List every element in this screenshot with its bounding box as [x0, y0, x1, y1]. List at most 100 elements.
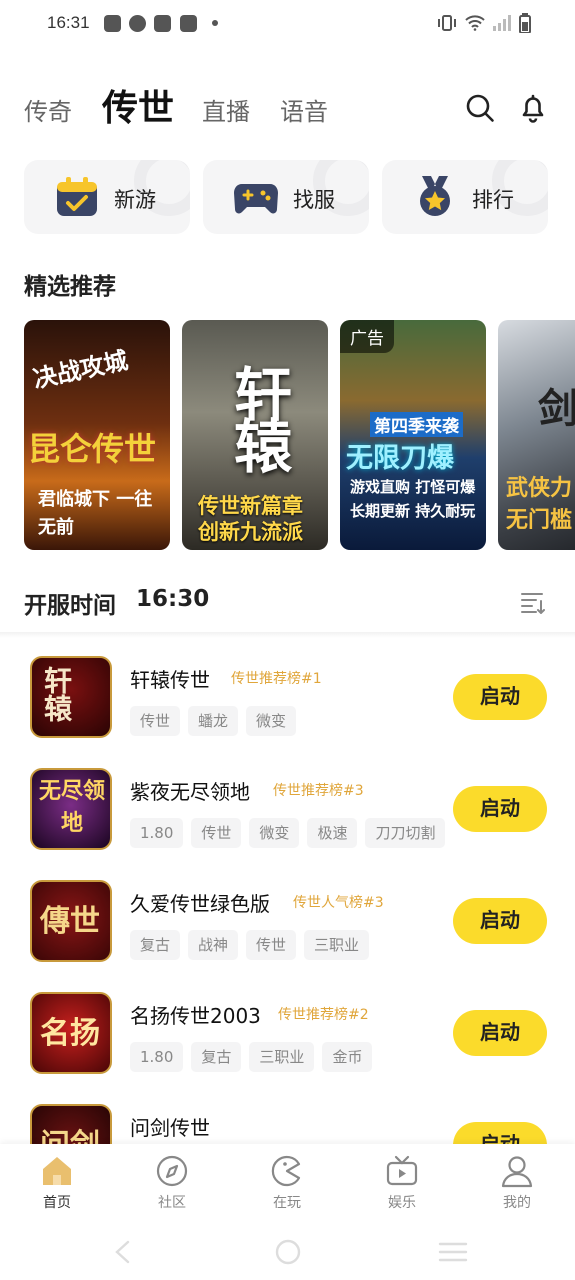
- featured-card-game-name: 昆仑传世: [28, 430, 157, 468]
- game-icon-text: 名扬: [40, 1016, 100, 1051]
- game-icon[interactable]: 傳世: [30, 880, 112, 962]
- game-list-item[interactable]: 无尽领地 紫夜无尽领地 传世推荐榜#3 1.80 传世 微变 极速 刀刀切割 启…: [0, 768, 575, 880]
- game-icon-text: 无尽领地: [38, 779, 105, 836]
- game-icon[interactable]: 无尽领地: [30, 768, 112, 850]
- featured-carousel[interactable]: 决战攻城 昆仑传世 君临城下 一往无前 轩辕 传世新篇章 创新九流派 广告 第四…: [24, 320, 575, 550]
- game-tags: 传世 蟠龙 微变: [130, 706, 297, 736]
- start-button[interactable]: 启动: [453, 898, 547, 944]
- game-icon[interactable]: 名扬: [30, 992, 112, 1074]
- game-rank-badge: 传世推荐榜#2: [278, 1007, 369, 1023]
- game-name[interactable]: 轩辕传世: [130, 664, 210, 693]
- game-tag: 刀刀切割: [365, 818, 446, 848]
- game-name[interactable]: 久爱传世绿色版: [130, 888, 270, 917]
- bottom-tab-bar: 首页 社区 在玩 娱乐 我的: [0, 1144, 575, 1224]
- status-time: 16:31: [47, 13, 90, 32]
- quick-link-label: 排行: [472, 188, 514, 212]
- game-icon-text: 轩辕: [40, 666, 73, 722]
- tv-icon: [386, 1155, 418, 1186]
- bag-notification-icon: [154, 15, 171, 32]
- game-name[interactable]: 名扬传世2003: [130, 1000, 261, 1029]
- server-section-title: 开服时间: [24, 593, 116, 619]
- featured-title: 精选推荐: [24, 274, 116, 300]
- start-button[interactable]: 启动: [453, 1010, 547, 1056]
- game-icon-text: 傳世: [40, 904, 100, 939]
- start-button[interactable]: 启动: [453, 674, 547, 720]
- tab-home[interactable]: 首页: [17, 1154, 97, 1212]
- game-tag: 传世: [130, 706, 181, 736]
- tab-label: 娱乐: [388, 1195, 416, 1211]
- tab-voice[interactable]: 语音: [280, 92, 328, 127]
- bell-icon[interactable]: [518, 93, 548, 123]
- game-icon[interactable]: 轩辕: [30, 656, 112, 738]
- compass-icon: [156, 1155, 188, 1187]
- system-navigation-bar: [0, 1224, 575, 1280]
- featured-card-slogan: 游戏直购 打怪可爆: [350, 478, 476, 496]
- game-tag: 三职业: [249, 1042, 315, 1072]
- game-tag: 传世: [191, 818, 242, 848]
- game-rank-badge: 传世推荐榜#3: [273, 783, 364, 799]
- featured-ad-card[interactable]: 广告 第四季来袭 无限刀爆 游戏直购 打怪可爆 长期更新 持久耐玩: [340, 320, 486, 550]
- tab-live[interactable]: 直播: [202, 92, 250, 127]
- tab-profile[interactable]: 我的: [477, 1154, 557, 1212]
- medal-icon: [420, 176, 450, 216]
- signal-icon: [493, 15, 511, 31]
- game-tag: 蟠龙: [188, 706, 239, 736]
- tab-playing[interactable]: 在玩: [247, 1154, 327, 1212]
- game-list-item[interactable]: 名扬 名扬传世2003 传世推荐榜#2 1.80 复古 三职业 金币 启动: [0, 992, 575, 1104]
- gamepad-icon: [234, 184, 278, 214]
- featured-card-game-name: 剑: [538, 386, 575, 432]
- game-tags: 1.80 传世 微变 极速 刀刀切割: [130, 818, 446, 848]
- home-icon: [43, 1157, 71, 1185]
- game-tag: 复古: [191, 1042, 242, 1072]
- tab-label: 社区: [158, 1195, 186, 1211]
- section-divider: [0, 632, 575, 638]
- quick-link-label: 新游: [114, 188, 156, 212]
- server-section-time: 16:30: [136, 586, 210, 612]
- game-list-item[interactable]: 轩辕 轩辕传世 传世推荐榜#1 传世 蟠龙 微变 启动: [0, 656, 575, 768]
- featured-card-headline: 决战攻城: [30, 346, 131, 394]
- quick-link-find-server[interactable]: 找服: [203, 160, 369, 234]
- game-tag: 1.80: [130, 1042, 184, 1072]
- quick-link-new-games[interactable]: 新游: [24, 160, 190, 234]
- game-tag: 微变: [249, 818, 300, 848]
- status-bar: 16:31: [0, 0, 575, 48]
- more-notifications-dot: [212, 20, 218, 26]
- featured-card[interactable]: 决战攻城 昆仑传世 君临城下 一往无前: [24, 320, 170, 550]
- game-tag: 战神: [188, 930, 239, 960]
- server-section-header: 开服时间 16:30: [24, 586, 551, 622]
- tab-community[interactable]: 社区: [132, 1154, 212, 1212]
- quick-link-label: 找服: [293, 188, 335, 212]
- home-circle-icon[interactable]: [274, 1238, 302, 1266]
- featured-card[interactable]: 剑 武侠力 无门槛: [498, 320, 575, 550]
- featured-card-slogan: 创新九流派: [198, 520, 303, 544]
- tab-chuanshi[interactable]: 传世: [102, 79, 174, 131]
- game-tag: 三职业: [304, 930, 370, 960]
- tab-label: 我的: [503, 1195, 531, 1211]
- top-nav: 传奇 传世 直播 语音: [24, 85, 551, 135]
- game-tags: 1.80 复古 三职业 金币: [130, 1042, 373, 1072]
- game-list-item[interactable]: 傳世 久爱传世绿色版 传世人气榜#3 复古 战神 传世 三职业 启动: [0, 880, 575, 992]
- search-icon[interactable]: [465, 93, 495, 123]
- featured-card[interactable]: 轩辕 传世新篇章 创新九流派: [182, 320, 328, 550]
- back-icon[interactable]: [112, 1240, 132, 1264]
- start-button[interactable]: 启动: [453, 786, 547, 832]
- game-tag: 复古: [130, 930, 181, 960]
- tab-chuanqi[interactable]: 传奇: [24, 92, 72, 127]
- featured-card-slogan: 君临城下 一往无前: [38, 489, 153, 538]
- tab-entertainment[interactable]: 娱乐: [362, 1154, 442, 1212]
- game-name[interactable]: 紫夜无尽领地: [130, 776, 250, 805]
- featured-card-game-name: 轩辕: [224, 364, 292, 468]
- tab-label: 首页: [43, 1195, 71, 1211]
- game-tag: 极速: [307, 818, 358, 848]
- quick-link-ranking[interactable]: 排行: [382, 160, 548, 234]
- game-rank-badge: 传世人气榜#3: [293, 895, 384, 911]
- featured-card-headline: 武侠力: [506, 476, 573, 501]
- game-name[interactable]: 问剑传世: [130, 1112, 210, 1141]
- game-tag: 金币: [322, 1042, 373, 1072]
- quick-links: 新游 找服 排行: [24, 160, 564, 236]
- sort-icon[interactable]: [521, 592, 545, 614]
- featured-card-game-name: 无限刀爆: [346, 443, 454, 474]
- menu-icon[interactable]: [438, 1242, 468, 1262]
- user-icon: [501, 1156, 533, 1188]
- battery-icon: [519, 13, 531, 33]
